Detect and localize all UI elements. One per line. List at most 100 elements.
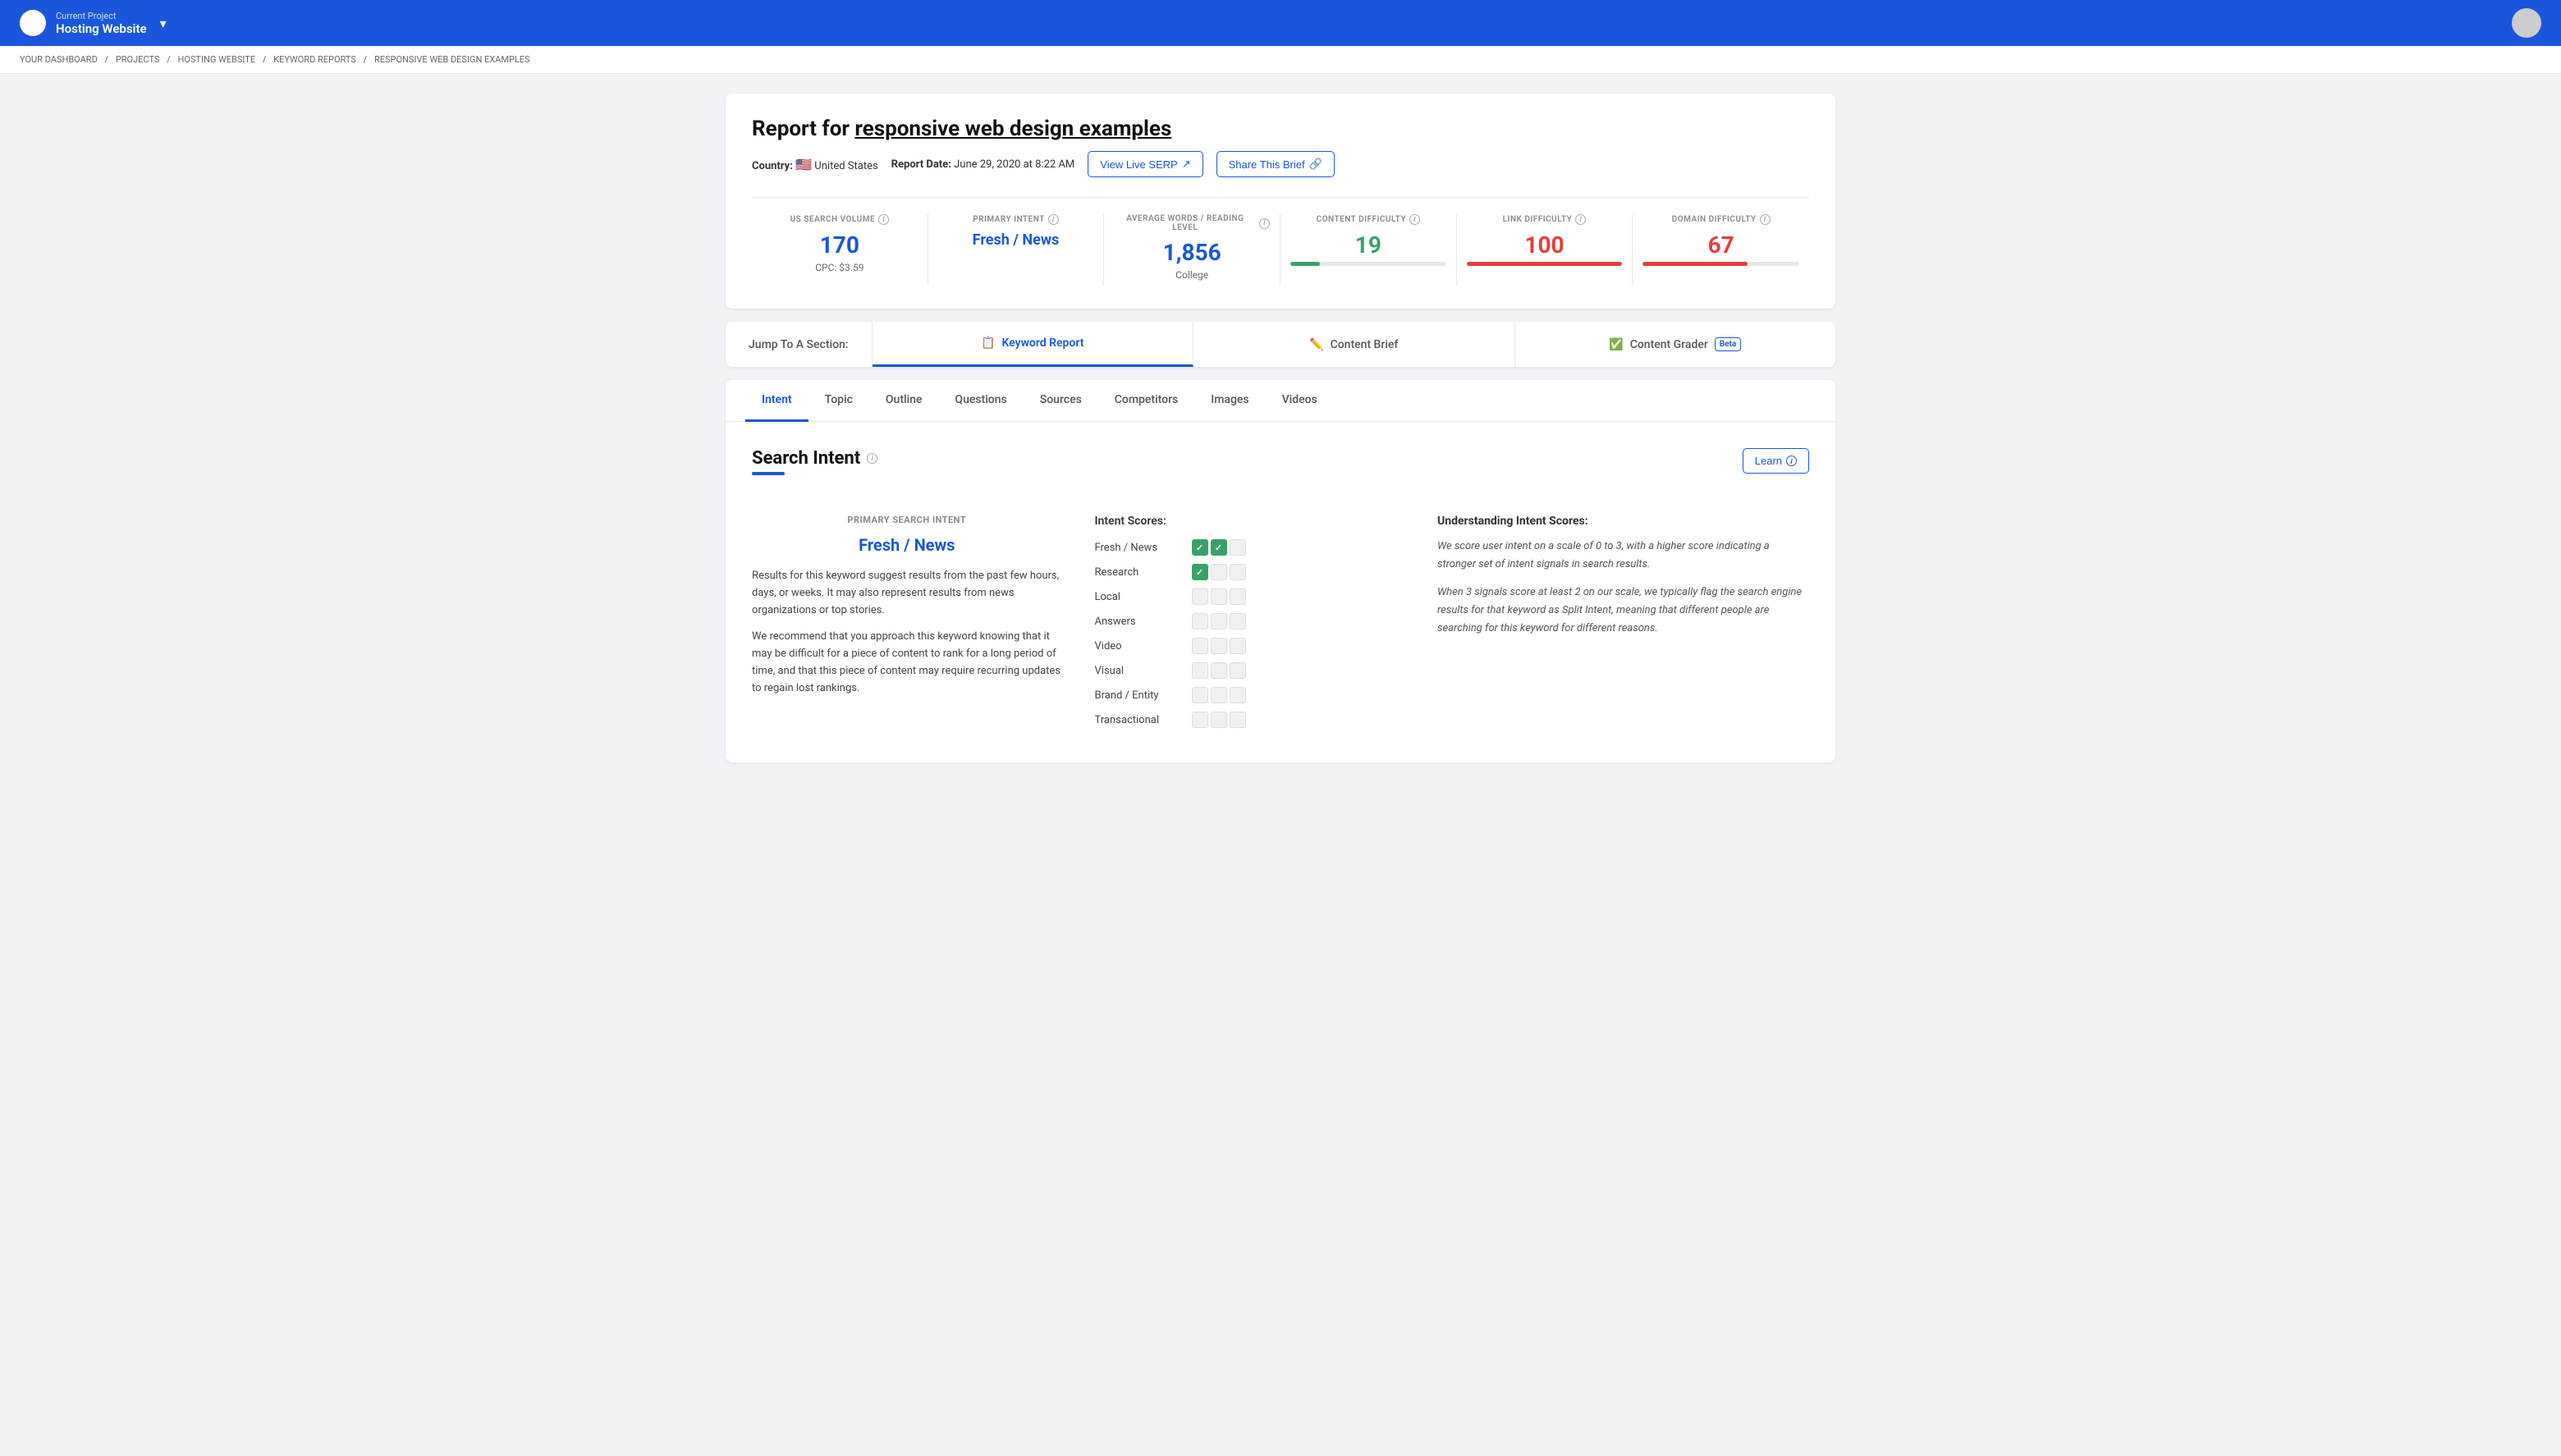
info-icon-link-diff[interactable]: i	[1575, 214, 1586, 225]
score-boxes-visual	[1192, 662, 1246, 679]
sub-tab-topic[interactable]: Topic	[809, 380, 869, 422]
report-keyword: responsive web design examples	[854, 117, 1171, 141]
nav-left: Current Project Hosting Website ▾	[20, 10, 167, 36]
scores-label: Intent Scores:	[1095, 515, 1405, 528]
stat-label-link-diff: LINK DIFFICULTY i	[1467, 214, 1623, 225]
score-name-video: Video	[1095, 640, 1185, 652]
share-brief-label: Share This Brief	[1229, 158, 1305, 171]
stats-row: US SEARCH VOLUME i 170 CPC: $3.59 PRIMAR…	[752, 197, 1809, 286]
score-box-local-3	[1230, 588, 1246, 605]
score-name-fresh: Fresh / News	[1095, 542, 1185, 554]
sub-tab-videos[interactable]: Videos	[1266, 380, 1334, 422]
score-box-brand-3	[1230, 687, 1246, 703]
score-box-video-1	[1192, 638, 1208, 654]
sub-tab-images[interactable]: Images	[1194, 380, 1265, 422]
external-link-icon: ↗	[1182, 158, 1191, 171]
score-box-video-2	[1211, 638, 1227, 654]
stat-value-intent[interactable]: Fresh / News	[938, 231, 1094, 249]
stat-value-content-diff: 19	[1290, 231, 1446, 259]
stat-content-difficulty: CONTENT DIFFICULTY i 19	[1280, 214, 1457, 286]
main-content: Report for responsive web design example…	[706, 74, 1855, 782]
tab-keyword-report[interactable]: 📋 Keyword Report	[873, 322, 1194, 367]
sub-tabs-bar: Intent Topic Outline Questions Sources C…	[726, 380, 1835, 422]
breadcrumb: YOUR DASHBOARD / PROJECTS / HOSTING WEBS…	[0, 46, 2561, 74]
stat-label-intent: PRIMARY INTENT i	[938, 214, 1094, 225]
breadcrumb-sep-2: /	[167, 54, 171, 65]
progress-bar-link	[1467, 262, 1623, 266]
score-box-local-2	[1211, 588, 1227, 605]
intent-description-2: We recommend that you approach this keyw…	[752, 629, 1062, 697]
score-name-brand: Brand / Entity	[1095, 689, 1185, 702]
understanding-col: Understanding Intent Scores: We score us…	[1437, 515, 1809, 736]
score-boxes-transactional	[1192, 712, 1246, 728]
breadcrumb-keyword-reports[interactable]: KEYWORD REPORTS	[273, 54, 356, 65]
info-icon-intent[interactable]: i	[1048, 214, 1059, 225]
score-row-brand: Brand / Entity	[1095, 687, 1405, 703]
score-boxes-brand	[1192, 687, 1246, 703]
score-name-visual: Visual	[1095, 665, 1185, 677]
intent-columns: PRIMARY SEARCH INTENT Fresh / News Resul…	[752, 515, 1809, 736]
sub-tab-sources[interactable]: Sources	[1024, 380, 1098, 422]
breadcrumb-projects[interactable]: PROJECTS	[116, 54, 160, 65]
stat-label-content-diff: CONTENT DIFFICULTY i	[1290, 214, 1446, 225]
stat-sub-volume: CPC: $3.59	[762, 262, 918, 273]
score-boxes-local	[1192, 588, 1246, 605]
user-avatar[interactable]	[2512, 8, 2541, 38]
report-card: Report for responsive web design example…	[726, 94, 1835, 309]
top-navigation: Current Project Hosting Website ▾	[0, 0, 2561, 46]
breadcrumb-hosting[interactable]: HOSTING WEBSITE	[177, 54, 255, 65]
progress-fill-domain	[1642, 262, 1748, 266]
tab-content-grader[interactable]: ✅ Content Grader Beta	[1515, 322, 1836, 367]
score-box-fresh-1	[1192, 539, 1208, 556]
report-title-prefix: Report for	[752, 117, 854, 141]
stat-us-search-volume: US SEARCH VOLUME i 170 CPC: $3.59	[752, 214, 928, 286]
primary-intent-value: Fresh / News	[752, 535, 1062, 555]
country-label: Country: 🇺🇸 United States	[752, 157, 878, 172]
content-grader-label: Content Grader	[1630, 338, 1708, 351]
sub-tab-competitors[interactable]: Competitors	[1098, 380, 1194, 422]
stat-label-domain-diff: DOMAIN DIFFICULTY i	[1642, 214, 1799, 225]
sub-tab-outline[interactable]: Outline	[869, 380, 939, 422]
content-card: Intent Topic Outline Questions Sources C…	[726, 380, 1835, 762]
view-live-serp-label: View Live SERP	[1100, 158, 1177, 171]
stat-sub-words: College	[1114, 269, 1270, 281]
project-info: Current Project Hosting Website	[56, 11, 147, 36]
score-boxes-research	[1192, 564, 1246, 580]
share-brief-button[interactable]: Share This Brief 🔗	[1216, 151, 1335, 177]
project-dropdown-chevron[interactable]: ▾	[160, 16, 167, 31]
report-meta: Country: 🇺🇸 United States Report Date: J…	[752, 151, 1809, 177]
progress-bar-domain	[1642, 262, 1799, 266]
breadcrumb-dashboard[interactable]: YOUR DASHBOARD	[20, 54, 98, 65]
section-title-bar	[752, 472, 785, 475]
section-title: Search Intent i	[752, 448, 877, 469]
score-name-transactional: Transactional	[1095, 714, 1185, 726]
section-title-group: Search Intent i	[752, 448, 877, 495]
score-name-research: Research	[1095, 566, 1185, 579]
score-box-research-3	[1230, 564, 1246, 580]
score-box-answers-2	[1211, 613, 1227, 630]
breadcrumb-sep-1: /	[105, 54, 109, 65]
score-box-brand-2	[1211, 687, 1227, 703]
progress-bar-content	[1290, 262, 1446, 266]
tab-content-brief[interactable]: ✏️ Content Brief	[1193, 322, 1515, 367]
breadcrumb-sep-3: /	[263, 54, 267, 65]
info-icon-words[interactable]: i	[1259, 218, 1270, 229]
nav-logo	[20, 10, 46, 36]
info-icon-domain-diff[interactable]: i	[1760, 214, 1771, 225]
section-title-text: Search Intent	[752, 448, 860, 469]
learn-button[interactable]: Learn i	[1743, 448, 1809, 474]
info-icon-volume[interactable]: i	[878, 214, 889, 225]
content-grader-icon: ✅	[1609, 338, 1623, 351]
info-icon-content-diff[interactable]: i	[1409, 214, 1420, 225]
sub-tab-intent[interactable]: Intent	[745, 380, 809, 422]
link-icon: 🔗	[1309, 158, 1322, 171]
project-label: Current Project	[56, 11, 147, 21]
progress-fill-link	[1467, 262, 1623, 266]
score-box-local-1	[1192, 588, 1208, 605]
sub-tab-questions[interactable]: Questions	[938, 380, 1023, 422]
jump-label: Jump To A Section:	[726, 322, 873, 367]
learn-info-icon: i	[1786, 456, 1797, 466]
view-live-serp-button[interactable]: View Live SERP ↗	[1088, 151, 1203, 177]
info-icon-search-intent[interactable]: i	[867, 453, 877, 464]
score-box-answers-3	[1230, 613, 1246, 630]
